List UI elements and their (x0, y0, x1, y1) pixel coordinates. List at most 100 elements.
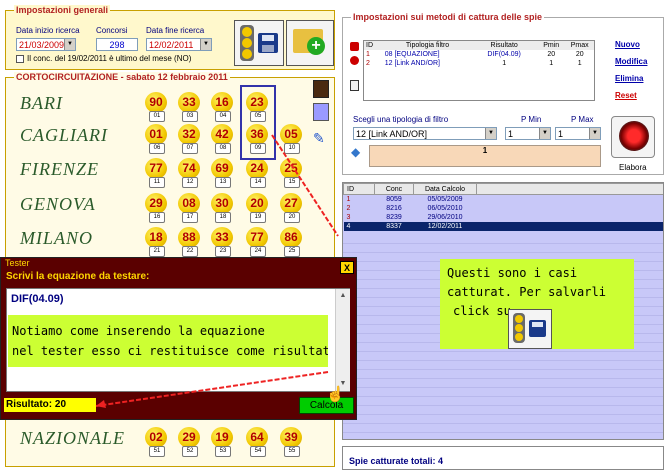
number-bulb[interactable]: 01 06 (145, 124, 167, 154)
bulb-extraction-index: 21 (149, 246, 165, 257)
result-cell: 2 (346, 205, 351, 212)
row-delete-icon[interactable] (350, 42, 359, 51)
parameter-value: 1 (482, 146, 488, 155)
pencil-icon[interactable]: ✎ (313, 130, 329, 146)
reset-link[interactable]: Reset (615, 91, 637, 100)
pmin-dropdown-icon[interactable]: ▼ (539, 128, 550, 139)
bulb-number: 08 (178, 193, 200, 214)
circuit-title: CORTOCIRCUITAZIONE - sabato 12 febbraio … (14, 72, 230, 82)
filters-header-row: ID Tipologia filtro Risultato Pmin Pmax (363, 40, 595, 50)
bulb-extraction-index: 25 (284, 246, 300, 257)
film-icon[interactable] (313, 80, 329, 98)
result-cell: 8337 (386, 223, 402, 230)
number-bulb[interactable]: 16 04 (211, 92, 233, 122)
methods-panel: Impostazioni sui metodi di cattura delle… (342, 12, 664, 175)
number-bulb[interactable]: 32 07 (178, 124, 200, 154)
number-bulb[interactable]: 90 01 (145, 92, 167, 122)
save-hint-button[interactable] (508, 309, 552, 349)
number-bulb[interactable]: 18 21 (145, 227, 167, 257)
result-row-selected[interactable]: 4 8337 12/02/2011 (343, 222, 663, 231)
pmax-dropdown-icon[interactable]: ▼ (589, 128, 600, 139)
number-bulb[interactable]: 30 18 (211, 193, 233, 223)
number-bulb[interactable]: 20 19 (246, 193, 268, 223)
bulb-number: 90 (145, 92, 167, 113)
bulb-extraction-index: 01 (149, 111, 165, 122)
bulb-extraction-index: 18 (215, 212, 231, 223)
result-row[interactable]: 1 8059 05/05/2009 (344, 195, 664, 205)
new-link[interactable]: Nuovo (615, 40, 640, 49)
result-field: Risultato: 20 (4, 398, 96, 412)
number-bulb[interactable]: 27 20 (280, 193, 302, 223)
tester-close-button[interactable]: X (340, 261, 354, 274)
save-button[interactable] (234, 20, 284, 66)
elabora-button[interactable] (611, 116, 655, 158)
bulb-number: 74 (178, 158, 200, 179)
pmin-select[interactable]: 1 ▼ (505, 127, 551, 140)
calculator-icon[interactable] (313, 103, 329, 121)
tester-hint-callout: Notiamo come inserendo la equazione nel … (8, 315, 328, 367)
edit-link[interactable]: Modifica (615, 57, 647, 66)
number-bulb[interactable]: 24 14 (246, 158, 268, 188)
number-bulb[interactable]: 42 08 (211, 124, 233, 154)
pmin-value: 1 (508, 129, 514, 139)
pmax-select[interactable]: 1 ▼ (555, 127, 601, 140)
bulb-number: 24 (246, 158, 268, 179)
start-date-field[interactable]: 21/03/2009 ▼ (16, 38, 76, 51)
textarea-scrollbar[interactable]: ▲ ▼ (335, 289, 350, 391)
filter-cell: DIF(04.09) (487, 51, 521, 58)
number-bulb[interactable]: 64 54 (246, 427, 268, 457)
end-date-field[interactable]: 12/02/2011 ▼ (146, 38, 212, 51)
delete-link[interactable]: Elimina (615, 74, 643, 83)
elabora-label: Elabora (619, 163, 647, 172)
filter-type-select[interactable]: 12 [Link AND/OR] ▼ (353, 127, 497, 140)
add-folder-button[interactable]: + (286, 20, 334, 66)
bulb-extraction-index: 51 (149, 446, 165, 457)
number-bulb[interactable]: 69 13 (211, 158, 233, 188)
number-bulb[interactable]: 05 10 (280, 124, 302, 154)
folder-add-icon: + (293, 29, 325, 55)
number-bulb[interactable]: 74 12 (178, 158, 200, 188)
scroll-up-icon[interactable]: ▲ (336, 289, 350, 302)
number-bulb[interactable]: 88 22 (178, 227, 200, 257)
bulb-number: 05 (280, 124, 302, 145)
bulb-number: 27 (280, 193, 302, 214)
result-row[interactable]: 2 8216 06/05/2010 (344, 204, 664, 213)
number-bulb[interactable]: 02 51 (145, 427, 167, 457)
filter-type-dropdown-icon[interactable]: ▼ (485, 128, 496, 139)
tester-hint-line: Notiamo come inserendo la equazione (12, 324, 265, 338)
wheel-name: BARI (20, 93, 63, 113)
number-bulb[interactable]: 33 03 (178, 92, 200, 122)
bulb-extraction-index: 12 (182, 177, 198, 188)
results-table: ID Conc Data Calcolo 1 8059 05/05/2009 2… (343, 183, 664, 231)
number-bulb[interactable]: 77 24 (246, 227, 268, 257)
number-bulb[interactable]: 39 55 (280, 427, 302, 457)
wheel-name: NAZIONALE (20, 428, 126, 448)
filter-cell: 08 [EQUAZIONE] (384, 51, 440, 58)
number-bulb[interactable]: 08 17 (178, 193, 200, 223)
number-bulb[interactable]: 25 15 (280, 158, 302, 188)
result-row[interactable]: 3 8239 29/06/2010 (344, 213, 664, 222)
start-date-dropdown-icon[interactable]: ▼ (64, 39, 75, 50)
number-bulb[interactable]: 77 11 (145, 158, 167, 188)
tester-hint-line: nel tester esso ci restituisce come risu… (12, 344, 328, 358)
filter-cell: 1 (366, 51, 370, 58)
pmin-label: P Min (521, 115, 542, 124)
number-bulb[interactable]: 19 53 (211, 427, 233, 457)
row-move-icon[interactable] (350, 56, 359, 65)
bulb-extraction-index: 08 (215, 143, 231, 154)
number-bulb[interactable]: 29 16 (145, 193, 167, 223)
save-hint-line: catturat. Per salvarli (447, 285, 606, 299)
number-bulb[interactable]: 29 52 (178, 427, 200, 457)
concorsi-field[interactable]: 298 (96, 38, 138, 51)
bulb-extraction-index: 19 (250, 212, 266, 223)
number-bulb[interactable]: 86 25 (280, 227, 302, 257)
number-bulb[interactable]: 33 23 (211, 227, 233, 257)
filter-cell: 20 (547, 51, 556, 58)
bulb-extraction-index: 23 (215, 246, 231, 257)
filter-row[interactable]: 1 08 [EQUAZIONE] DIF(04.09) 20 20 (364, 50, 595, 59)
end-date-dropdown-icon[interactable]: ▼ (200, 39, 211, 50)
parameter-field[interactable]: 1 (369, 145, 601, 167)
copy-icon[interactable] (350, 80, 359, 91)
last-of-month-checkbox[interactable] (16, 55, 24, 63)
filter-row[interactable]: 2 12 [Link AND/OR] 1 1 1 (364, 59, 595, 68)
